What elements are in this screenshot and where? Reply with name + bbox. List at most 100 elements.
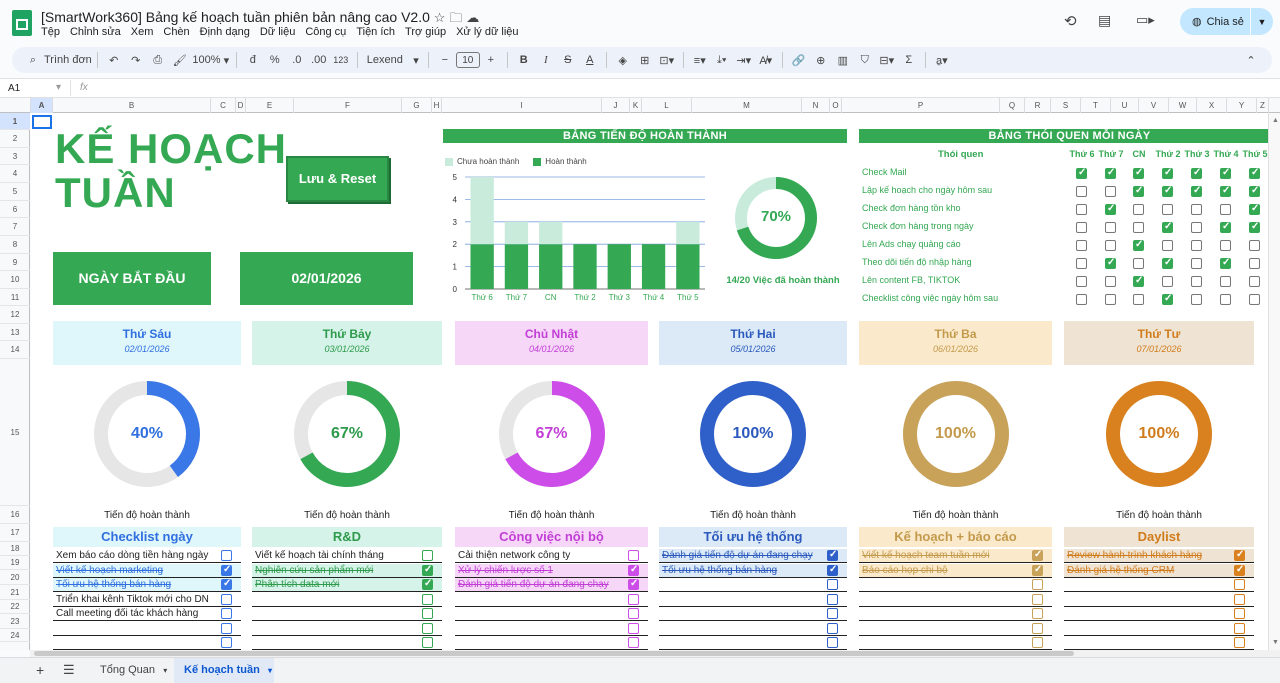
- comments-icon[interactable]: ▤: [1098, 12, 1111, 29]
- habit-checkbox[interactable]: [1105, 203, 1116, 215]
- habit-checkbox[interactable]: [1105, 240, 1116, 251]
- task-row[interactable]: Tối ưu hệ thống bán hàng: [53, 578, 241, 592]
- horizontal-scrollbar[interactable]: [30, 650, 1280, 657]
- italic-icon[interactable]: I: [535, 49, 557, 71]
- row-header-11[interactable]: 11: [0, 289, 30, 306]
- print-icon[interactable]: ⎙: [147, 49, 169, 71]
- text-color-icon[interactable]: A: [579, 49, 601, 71]
- bar-complete-1[interactable]: [470, 244, 494, 289]
- task-checkbox[interactable]: [422, 637, 433, 648]
- sheet-tab[interactable]: Kế hoạch tuần ▾: [174, 658, 274, 683]
- habit-checkbox[interactable]: [1191, 167, 1202, 179]
- task-checkbox[interactable]: [1032, 608, 1043, 619]
- save-reset-button[interactable]: Lưu & Reset: [286, 156, 389, 202]
- column-header-f[interactable]: F: [294, 98, 402, 113]
- column-header-a[interactable]: A: [31, 98, 53, 113]
- habit-checkbox[interactable]: [1191, 294, 1202, 305]
- select-all-corner[interactable]: [0, 98, 31, 113]
- column-header-t[interactable]: T: [1081, 98, 1111, 113]
- task-row[interactable]: [859, 622, 1052, 636]
- habit-checkbox[interactable]: [1076, 276, 1087, 287]
- vertical-scrollbar[interactable]: ▲ ▼: [1268, 113, 1280, 650]
- column-header-p[interactable]: P: [842, 98, 1000, 113]
- habit-checkbox[interactable]: [1249, 185, 1260, 197]
- task-row[interactable]: [53, 636, 241, 650]
- increase-font-size-icon[interactable]: +: [480, 49, 502, 71]
- scroll-up-icon[interactable]: ▲: [1272, 117, 1279, 124]
- row-header-4[interactable]: 4: [0, 165, 30, 183]
- task-checkbox[interactable]: [1032, 622, 1043, 634]
- task-text[interactable]: Đánh giá hệ thống CRM: [1067, 564, 1174, 577]
- scrollbar-thumb[interactable]: [34, 651, 1074, 656]
- strikethrough-icon[interactable]: S: [557, 49, 579, 71]
- merge-cells-icon[interactable]: ⊡▾: [656, 49, 678, 71]
- habit-checkbox[interactable]: [1162, 240, 1173, 251]
- row-header-5[interactable]: 5: [0, 183, 30, 201]
- menu-item-10[interactable]: Xử lý dữ liệu: [456, 26, 518, 38]
- bar-complete-5[interactable]: [607, 244, 631, 289]
- task-row[interactable]: Nghiên cứu sản phẩm mới: [252, 563, 442, 578]
- task-row[interactable]: Xử lý chiến lược số 1: [455, 563, 648, 578]
- task-checkbox[interactable]: [1234, 593, 1245, 605]
- task-checkbox[interactable]: [827, 637, 838, 648]
- row-header-3[interactable]: 3: [0, 148, 30, 165]
- task-checkbox[interactable]: [1032, 593, 1043, 605]
- task-checkbox[interactable]: [1032, 564, 1043, 576]
- habit-checkbox[interactable]: [1105, 257, 1116, 269]
- task-text[interactable]: Triển khai kênh Tiktok mới cho DN: [56, 593, 209, 606]
- task-checkbox[interactable]: [422, 593, 433, 605]
- task-checkbox[interactable]: [628, 550, 639, 561]
- row-header-9[interactable]: 9: [0, 254, 30, 271]
- row-header-22[interactable]: 22: [0, 600, 30, 614]
- task-row[interactable]: [252, 593, 442, 607]
- sheet-tab-dropdown-icon[interactable]: ▾: [266, 666, 272, 675]
- task-checkbox[interactable]: [1234, 622, 1245, 634]
- habit-checkbox[interactable]: [1076, 167, 1087, 179]
- column-header-z[interactable]: Z: [1257, 98, 1269, 113]
- menu-item-9[interactable]: Trợ giúp: [405, 26, 446, 38]
- task-row[interactable]: Báo cáo họp chi bộ: [859, 563, 1052, 578]
- name-box-dropdown-icon[interactable]: ▾: [56, 82, 61, 93]
- bar-complete-7[interactable]: [676, 244, 700, 289]
- task-checkbox[interactable]: [1234, 579, 1245, 590]
- row-header-17[interactable]: 17: [0, 524, 30, 542]
- habit-checkbox[interactable]: [1249, 240, 1260, 251]
- increase-decimal-button[interactable]: .00: [308, 49, 330, 71]
- functions-icon[interactable]: Σ: [898, 49, 920, 71]
- row-header-13[interactable]: 13: [0, 324, 30, 341]
- task-text[interactable]: Review hành trình khách hàng: [1067, 549, 1202, 562]
- task-row[interactable]: [1064, 607, 1254, 621]
- bar-complete-3[interactable]: [539, 244, 563, 289]
- task-row[interactable]: [455, 636, 648, 650]
- column-header-u[interactable]: U: [1111, 98, 1139, 113]
- column-header-l[interactable]: L: [642, 98, 692, 113]
- habit-checkbox[interactable]: [1133, 275, 1144, 287]
- task-text[interactable]: Phân tích data mới: [255, 578, 339, 591]
- task-checkbox[interactable]: [422, 608, 433, 619]
- task-checkbox[interactable]: [422, 578, 433, 590]
- menu-item-6[interactable]: Dữ liệu: [260, 26, 296, 38]
- task-text[interactable]: Nghiên cứu sản phẩm mới: [255, 564, 373, 577]
- task-text[interactable]: Đánh giá tiến độ dự án đang chạy: [458, 578, 609, 591]
- start-date-value[interactable]: 02/01/2026: [240, 252, 413, 305]
- menu-item-5[interactable]: Định dạng: [200, 26, 250, 38]
- menu-item-7[interactable]: Công cụ: [305, 26, 346, 38]
- percent-format-button[interactable]: %: [264, 49, 286, 71]
- column-header-m[interactable]: M: [692, 98, 802, 113]
- task-row[interactable]: [659, 636, 847, 650]
- task-checkbox[interactable]: [827, 579, 838, 590]
- task-row[interactable]: [859, 636, 1052, 650]
- habit-checkbox[interactable]: [1076, 258, 1087, 269]
- habit-checkbox[interactable]: [1162, 221, 1173, 233]
- task-row[interactable]: Xem báo cáo dòng tiền hàng ngày: [53, 549, 241, 563]
- habit-checkbox[interactable]: [1249, 258, 1260, 269]
- task-checkbox[interactable]: [422, 622, 433, 634]
- undo-icon[interactable]: ↶: [103, 49, 125, 71]
- task-text[interactable]: Đánh giá tiến độ dự án đang chạy: [662, 549, 813, 562]
- habit-checkbox[interactable]: [1076, 204, 1087, 215]
- row-header-16[interactable]: 16: [0, 506, 30, 524]
- column-header-q[interactable]: Q: [1000, 98, 1025, 113]
- task-row[interactable]: [1064, 578, 1254, 592]
- task-row[interactable]: Viết kế hoạch tài chính tháng: [252, 549, 442, 563]
- name-box[interactable]: A1: [8, 83, 20, 94]
